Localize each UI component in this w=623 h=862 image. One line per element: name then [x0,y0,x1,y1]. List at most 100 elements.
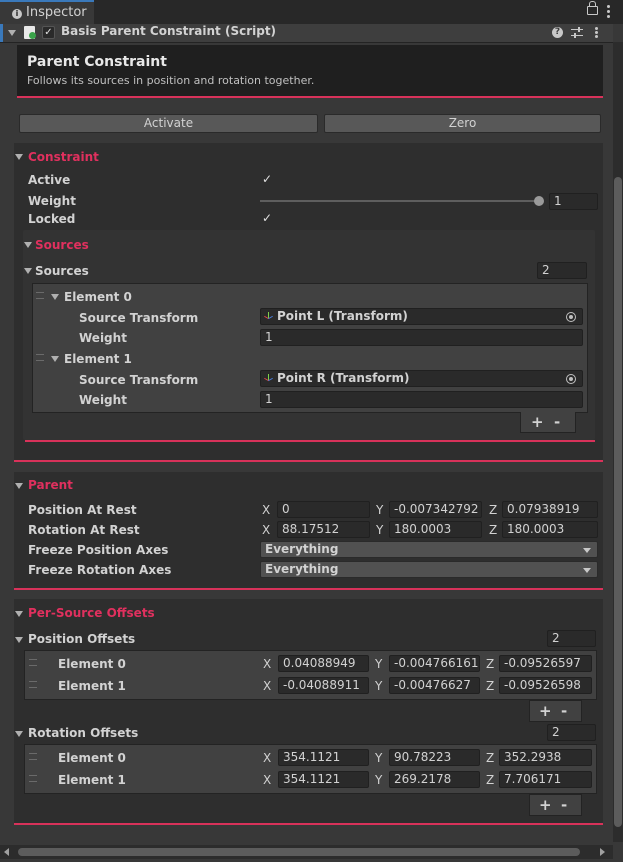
rotation-y-field[interactable]: 180.0003 [389,521,482,538]
add-button[interactable]: + [531,413,544,431]
source-weight-field[interactable]: 1 [260,329,583,346]
rotation-offset-x-field[interactable]: 354.1121 [278,749,369,766]
freeze-rotation-dropdown[interactable]: Everything [260,561,598,578]
parent-foldout-icon[interactable] [15,483,23,489]
source-transform-value: Point L (Transform) [277,309,408,323]
rotation-offsets-add-remove: + - [529,794,582,816]
position-y-field[interactable]: -0.007342792 [389,501,482,518]
sources-foldout-icon[interactable] [24,242,32,248]
position-offset-z-field[interactable]: -0.09526597 [499,655,592,672]
x-label: X [262,523,271,537]
weight-slider-track[interactable] [260,200,540,202]
constraint-foldout-icon[interactable] [15,154,23,160]
element-foldout-icon[interactable] [51,294,59,300]
position-offset-z-field[interactable]: -0.09526598 [499,677,592,694]
transform-icon [264,312,273,321]
sources-list-label[interactable]: Sources [35,264,89,278]
z-label: Z [486,657,495,671]
x-label: X [263,657,272,671]
parent-title[interactable]: Parent [28,478,73,492]
add-button[interactable]: + [539,796,552,814]
parent-divider [14,588,603,590]
rotation-z-field[interactable]: 180.0003 [502,521,598,538]
x-label: X [263,751,272,765]
locked-checkbox[interactable]: ✓ [262,211,272,225]
presets-icon[interactable] [571,27,583,38]
rotation-offset-z-field[interactable]: 352.2938 [499,749,592,766]
offsets-section: Per-Source Offsets Position Offsets 2 El… [14,599,603,824]
tab-inspector[interactable]: i Inspector [0,0,94,24]
freeze-position-label: Freeze Position Axes [28,543,169,557]
lock-icon[interactable] [587,1,598,15]
position-z-field[interactable]: 0.07938919 [502,501,598,518]
foldout-arrow-icon[interactable] [8,30,16,36]
rotation-offset-y-field[interactable]: 269.2178 [389,771,480,788]
drag-handle-icon[interactable] [29,659,37,666]
drag-handle-icon[interactable] [36,292,44,299]
position-offset-y-field[interactable]: -0.004766161 [389,655,480,672]
accent-strip [0,24,3,42]
object-picker-icon[interactable] [566,312,576,322]
source-weight-field[interactable]: 1 [260,391,583,408]
element-foldout-icon[interactable] [51,356,59,362]
constraint-title[interactable]: Constraint [28,150,99,164]
position-offsets-label[interactable]: Position Offsets [28,632,135,646]
component-header[interactable]: ✓ Basis Parent Constraint (Script) ? [0,24,613,43]
y-label: Y [376,523,384,537]
scrollbar-h-thumb[interactable] [18,848,580,856]
source-weight-label: Weight [79,331,127,345]
y-label: Y [375,751,383,765]
source-transform-field[interactable]: Point R (Transform) [260,370,583,387]
scrollbar-thumb[interactable] [614,177,622,827]
offsets-foldout-icon[interactable] [15,611,23,617]
zero-button[interactable]: Zero [324,114,601,133]
offset-element-label: Element 0 [58,657,126,671]
rotation-offsets-label[interactable]: Rotation Offsets [28,726,138,740]
object-picker-icon[interactable] [566,374,576,384]
rotation-offsets-count-field[interactable]: 2 [547,724,596,741]
vertical-scrollbar[interactable] [613,42,623,842]
position-offsets-list: Element 0 X 0.04088949 Y -0.004766161 Z … [24,650,597,700]
z-label: Z [486,751,495,765]
freeze-position-dropdown[interactable]: Everything [260,541,598,558]
drag-handle-icon[interactable] [29,775,37,782]
remove-button[interactable]: - [554,413,560,431]
drag-handle-icon[interactable] [29,681,37,688]
sources-count-field[interactable]: 2 [537,262,587,279]
horizontal-scrollbar[interactable] [0,845,613,859]
sources-list-foldout-icon[interactable] [24,268,32,274]
drag-handle-icon[interactable] [36,354,44,361]
position-offset-x-field[interactable]: -0.04088911 [278,677,369,694]
component-menu-icon[interactable] [595,27,598,39]
position-offset-y-field[interactable]: -0.00476627 [389,677,480,694]
source-element-label[interactable]: Element 1 [64,352,132,366]
z-label: Z [486,773,495,787]
weight-field[interactable]: 1 [549,193,598,210]
weight-slider-thumb[interactable] [534,196,544,206]
activate-button[interactable]: Activate [19,114,318,133]
position-offsets-foldout-icon[interactable] [15,637,23,643]
position-offset-x-field[interactable]: 0.04088949 [278,655,369,672]
source-element-label[interactable]: Element 0 [64,290,132,304]
position-offsets-count-field[interactable]: 2 [547,630,596,647]
rotation-offset-x-field[interactable]: 354.1121 [278,771,369,788]
remove-button[interactable]: - [561,702,567,720]
source-transform-field[interactable]: Point L (Transform) [260,308,583,325]
rotation-x-field[interactable]: 88.17512 [277,521,370,538]
rotation-offset-y-field[interactable]: 90.78223 [389,749,480,766]
rotation-offsets-foldout-icon[interactable] [15,731,23,737]
component-enabled-checkbox[interactable]: ✓ [42,26,55,39]
scroll-left-icon[interactable] [4,848,9,856]
scroll-right-icon[interactable] [600,848,605,856]
remove-button[interactable]: - [561,796,567,814]
parent-section: Parent Position At Rest X 0 Y -0.0073427… [14,472,603,590]
rotation-offset-z-field[interactable]: 7.706171 [499,771,592,788]
help-icon[interactable]: ? [552,27,563,38]
active-checkbox[interactable]: ✓ [262,172,272,186]
sources-title[interactable]: Sources [35,238,89,252]
offsets-title[interactable]: Per-Source Offsets [28,606,155,620]
add-button[interactable]: + [539,702,552,720]
kebab-menu-icon[interactable] [607,5,610,18]
position-x-field[interactable]: 0 [277,501,370,518]
drag-handle-icon[interactable] [29,753,37,760]
